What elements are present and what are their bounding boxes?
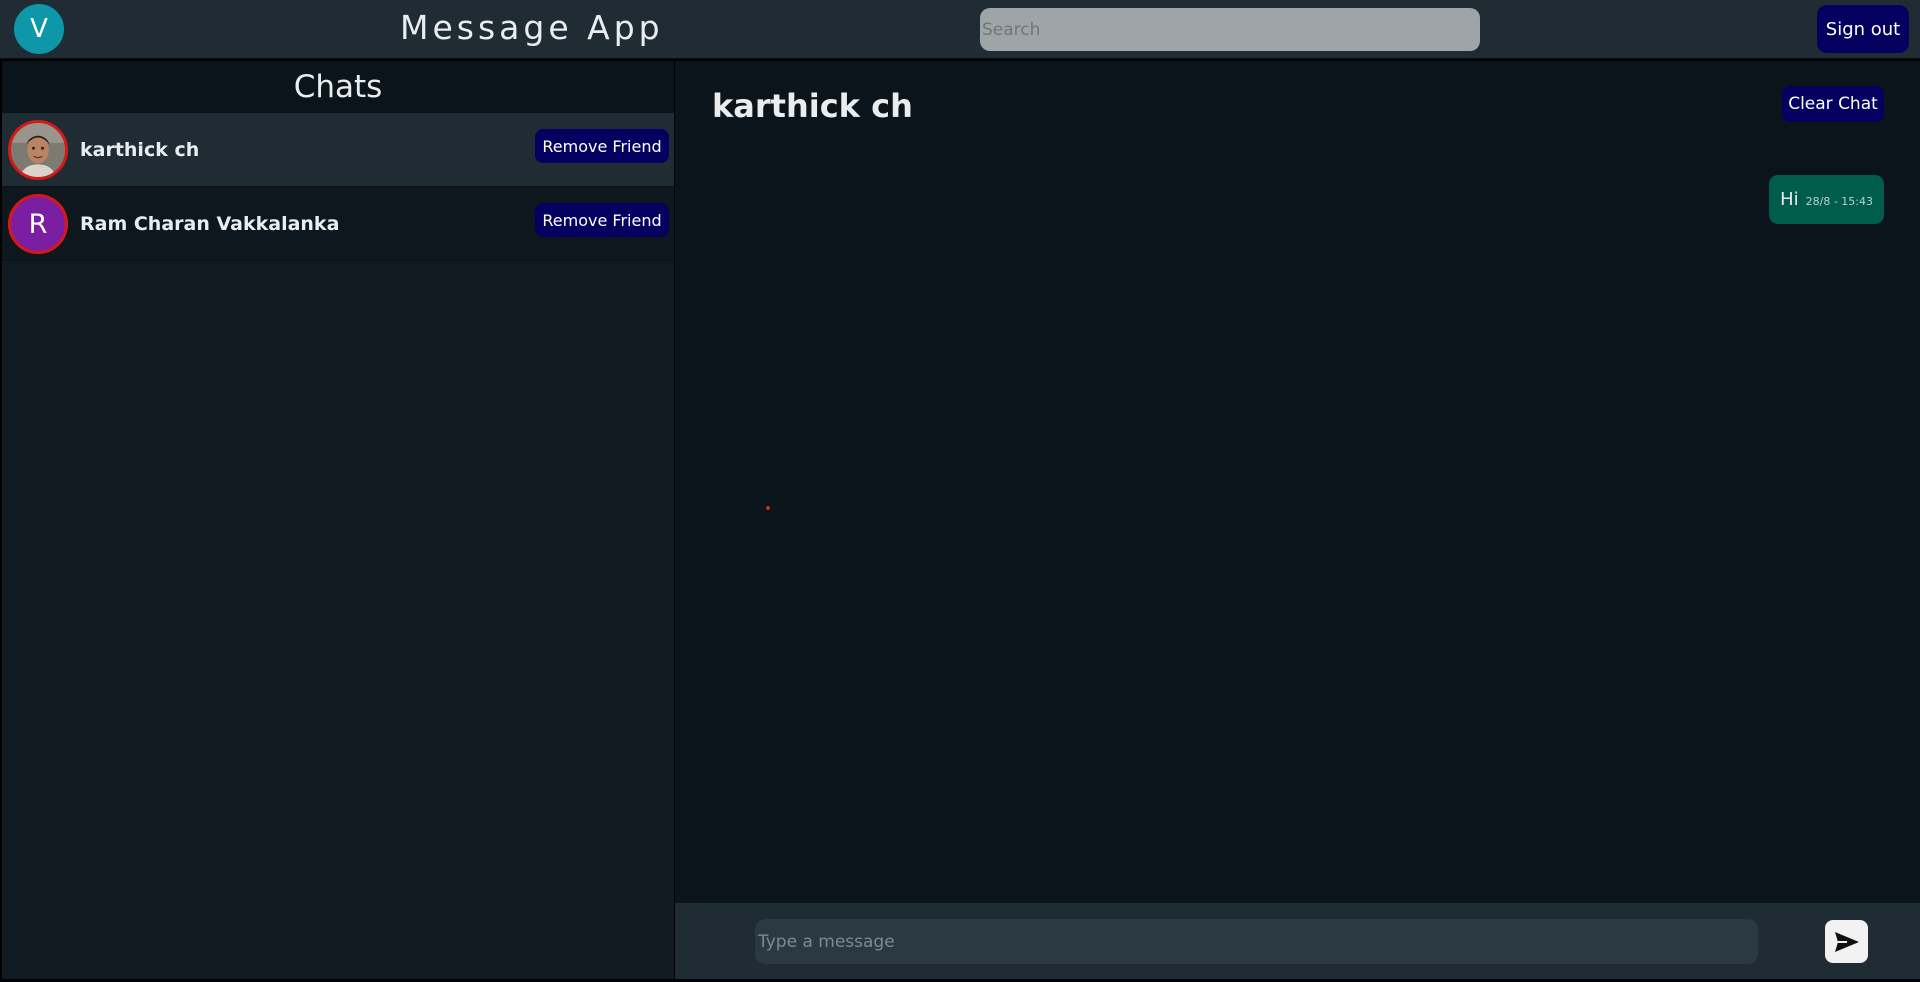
contact-name: karthick ch [80,138,200,161]
chat-item-karthick-ch[interactable]: karthick ch Remove Friend [2,113,674,187]
contact-name: Ram Charan Vakkalanka [80,212,340,235]
send-icon [1834,931,1859,952]
message-timestamp: 28/8 - 15:43 [1805,195,1873,208]
contact-avatar-photo [8,120,68,180]
conversation-title: karthick ch [712,87,913,125]
contact-avatar-letter: R [8,194,68,254]
sign-out-button[interactable]: Sign out [1817,5,1909,53]
chat-item-ram-charan-vakkalanka[interactable]: R Ram Charan Vakkalanka Remove Friend [2,187,674,261]
message-text: Hi [1780,189,1799,210]
sidebar-title: Chats [2,61,674,113]
top-bar: V Message App Sign out [0,0,1920,59]
send-button[interactable] [1825,920,1868,963]
outgoing-message-bubble: Hi 28/8 - 15:43 [1769,175,1884,224]
user-avatar[interactable]: V [14,4,64,54]
search-input[interactable] [980,8,1480,51]
app-title: Message App [400,8,664,47]
remove-friend-button[interactable]: Remove Friend [535,129,669,163]
conversation-pane: karthick ch Clear Chat Hi 28/8 - 15:43 [675,61,1920,979]
message-input[interactable] [755,919,1758,964]
pointer-dot [766,506,770,510]
message-composer [675,903,1920,979]
remove-friend-button[interactable]: Remove Friend [535,203,669,237]
clear-chat-button[interactable]: Clear Chat [1782,86,1884,122]
person-photo-icon [11,123,65,177]
chat-sidebar: Chats karthick ch Remove Friend R Ram Ch… [2,61,674,979]
